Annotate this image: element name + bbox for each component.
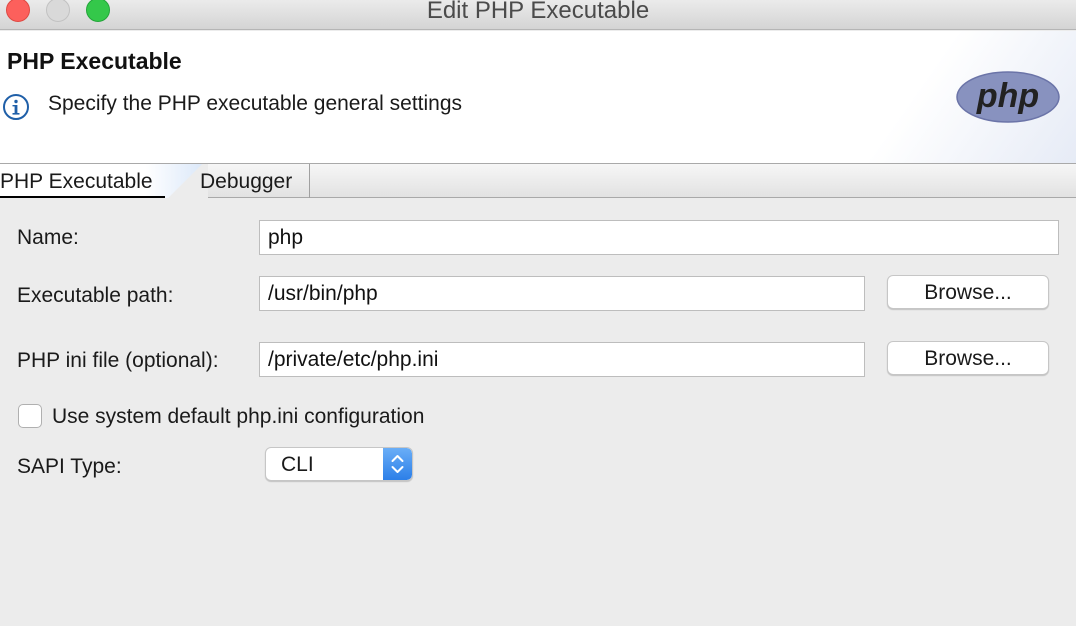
php-logo-text: php: [976, 77, 1039, 115]
chevron-up-down-icon: [391, 455, 404, 473]
browse-executable-button[interactable]: Browse...: [887, 275, 1049, 309]
use-default-ini-checkbox[interactable]: [18, 404, 42, 428]
name-field[interactable]: php: [259, 220, 1059, 255]
ini-file-label: PHP ini file (optional):: [17, 349, 219, 372]
use-default-ini-label[interactable]: Use system default php.ini configuration: [52, 405, 424, 429]
page-title: PHP Executable: [7, 48, 182, 74]
tab-bar: PHP Executable Debugger: [0, 163, 1076, 198]
tab-debugger[interactable]: Debugger: [200, 164, 310, 198]
select-arrows[interactable]: [383, 448, 412, 480]
ini-file-field[interactable]: /private/etc/php.ini: [259, 342, 865, 377]
executable-path-field[interactable]: /usr/bin/php: [259, 276, 865, 311]
tab-label: Debugger: [200, 170, 293, 193]
sapi-type-label: SAPI Type:: [17, 455, 122, 478]
window-title: Edit PHP Executable: [426, 0, 650, 24]
php-logo: php: [956, 71, 1060, 123]
browse-ini-button[interactable]: Browse...: [887, 341, 1049, 375]
sapi-type-select[interactable]: CLI: [265, 447, 413, 481]
tab-label: PHP Executable: [0, 170, 153, 193]
title-bar: Edit PHP Executable: [0, 0, 1076, 30]
sapi-type-value: CLI: [281, 453, 314, 476]
header-description: Specify the PHP executable general setti…: [48, 92, 463, 115]
dialog-header: PHP Executable Specify the PHP executabl…: [0, 31, 1076, 163]
info-icon: [3, 94, 29, 120]
active-tab-indicator: [0, 196, 165, 198]
tab-php-executable[interactable]: PHP Executable: [0, 164, 208, 198]
edit-php-executable-dialog: Edit PHP Executable PHP Executable Speci…: [0, 0, 1076, 626]
executable-path-label: Executable path:: [17, 284, 174, 307]
name-label: Name:: [17, 226, 79, 249]
